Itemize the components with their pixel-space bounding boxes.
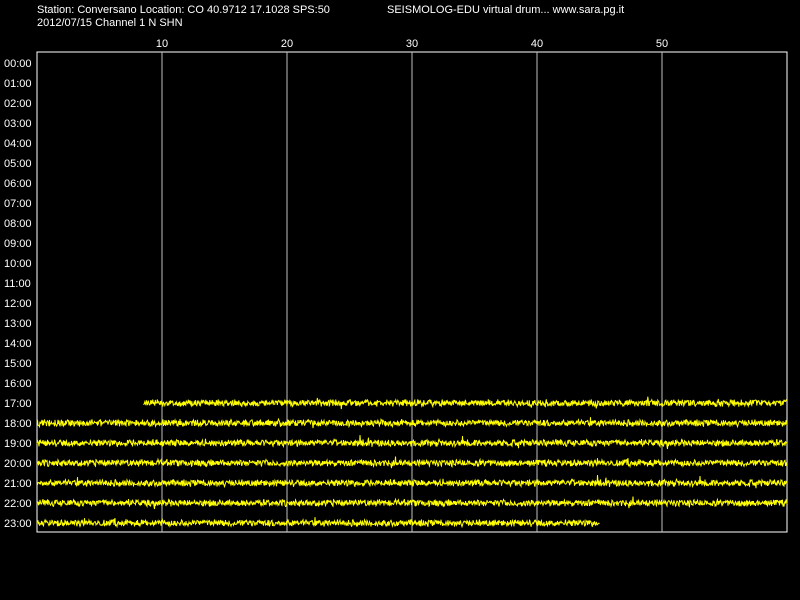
seismogram-drum: 10 20 30 40 50 00:00 01:00 02:00 03:00 04:00 05:00… xyxy=(4,38,788,533)
hour-label: 08:00 xyxy=(4,218,32,230)
hour-label: 21:00 xyxy=(4,478,32,490)
hour-label: 13:00 xyxy=(4,318,32,330)
minute-tick-label: 30 xyxy=(406,38,418,50)
hour-label: 22:00 xyxy=(4,498,32,510)
hour-label: 01:00 xyxy=(4,78,32,90)
hour-label: 19:00 xyxy=(4,438,32,450)
minute-tick-label: 40 xyxy=(531,38,543,50)
hour-label: 14:00 xyxy=(4,338,32,350)
minute-tick-label: 50 xyxy=(656,38,668,50)
hour-label: 05:00 xyxy=(4,158,32,170)
hour-label: 02:00 xyxy=(4,98,32,110)
hour-label: 18:00 xyxy=(4,418,32,430)
hour-label: 11:00 xyxy=(4,278,31,290)
hour-label: 16:00 xyxy=(4,378,32,390)
hour-label: 17:00 xyxy=(4,398,32,410)
hour-label: 04:00 xyxy=(4,138,32,150)
hour-label: 15:00 xyxy=(4,358,32,370)
hour-label: 03:00 xyxy=(4,118,32,130)
hour-label: 09:00 xyxy=(4,238,32,250)
minute-tick-label: 20 xyxy=(281,38,293,50)
hour-label: 12:00 xyxy=(4,298,32,310)
hour-label: 10:00 xyxy=(4,258,32,270)
hour-label: 07:00 xyxy=(4,198,32,210)
minute-tick-label: 10 xyxy=(156,38,168,50)
hour-label: 20:00 xyxy=(4,458,32,470)
hour-label: 06:00 xyxy=(4,178,32,190)
hour-label: 23:00 xyxy=(4,518,32,530)
hour-label: 00:00 xyxy=(4,58,32,70)
